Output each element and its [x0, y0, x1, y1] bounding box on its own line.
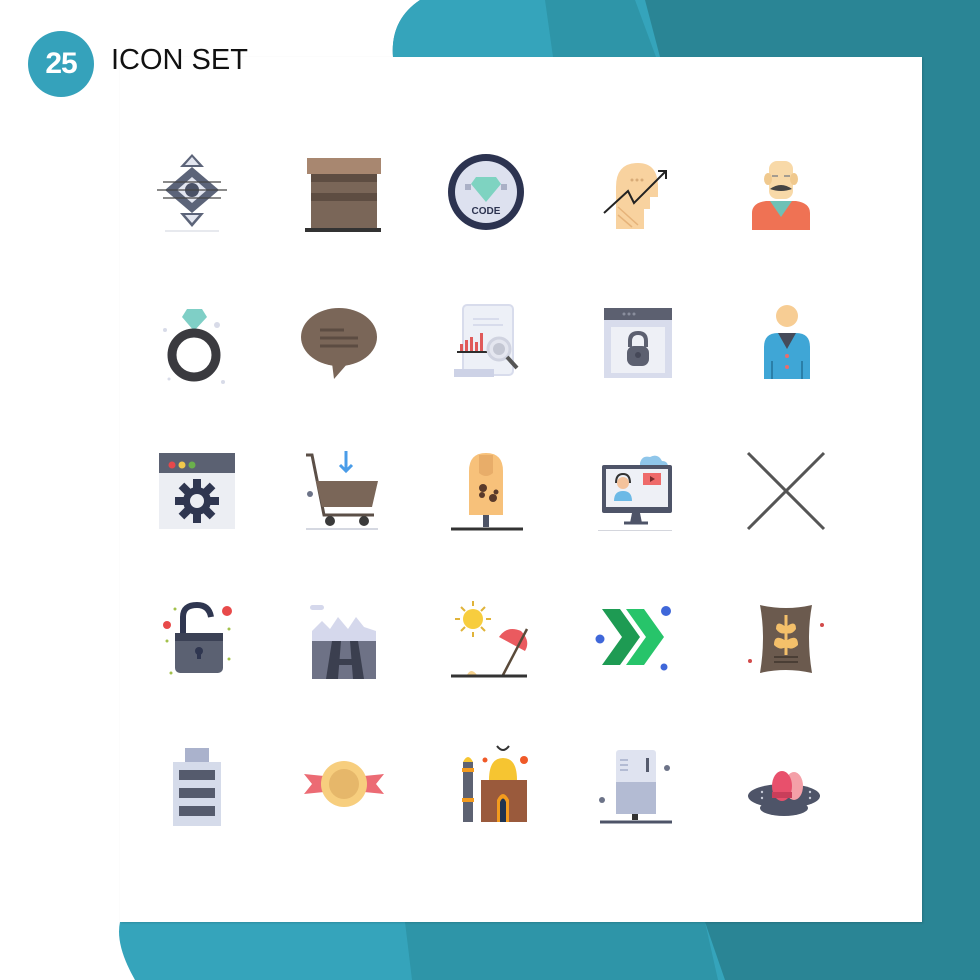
count-badge: 25	[28, 31, 94, 97]
report-search-icon[interactable]	[436, 290, 536, 390]
mountain-road-icon[interactable]	[289, 584, 389, 684]
browser-lock-icon[interactable]	[583, 290, 683, 390]
unlock-padlock-icon[interactable]	[142, 584, 242, 684]
mosque-icon[interactable]	[436, 733, 536, 833]
page-title: ICON SET	[111, 44, 248, 76]
diamond-ring-icon[interactable]	[142, 290, 242, 390]
beach-umbrella-icon[interactable]	[436, 584, 536, 684]
double-chevron-right-icon[interactable]	[583, 584, 683, 684]
diamond-code-badge-icon[interactable]: CODE	[436, 142, 536, 242]
chat-bubble-icon[interactable]	[289, 290, 389, 390]
medal-ribbon-icon[interactable]	[289, 733, 389, 833]
seed-bag-icon[interactable]	[731, 584, 831, 684]
shopping-cart-icon[interactable]	[289, 436, 389, 536]
battery-icon[interactable]	[142, 733, 242, 833]
box-icon[interactable]	[289, 142, 389, 242]
refrigerator-icon[interactable]	[583, 733, 683, 833]
ice-cream-icon[interactable]	[436, 436, 536, 536]
count-badge-number: 25	[45, 47, 77, 80]
man-avatar-icon[interactable]	[731, 290, 831, 390]
easter-eggs-plate-icon[interactable]	[731, 733, 831, 833]
vision-diamond-icon[interactable]	[142, 142, 242, 242]
close-x-icon[interactable]	[731, 436, 831, 536]
code-label: CODE	[472, 206, 501, 217]
browser-settings-icon[interactable]	[142, 436, 242, 536]
online-support-monitor-icon[interactable]	[583, 436, 683, 536]
grandfather-icon[interactable]	[731, 142, 831, 242]
mind-growth-icon[interactable]	[583, 142, 683, 242]
